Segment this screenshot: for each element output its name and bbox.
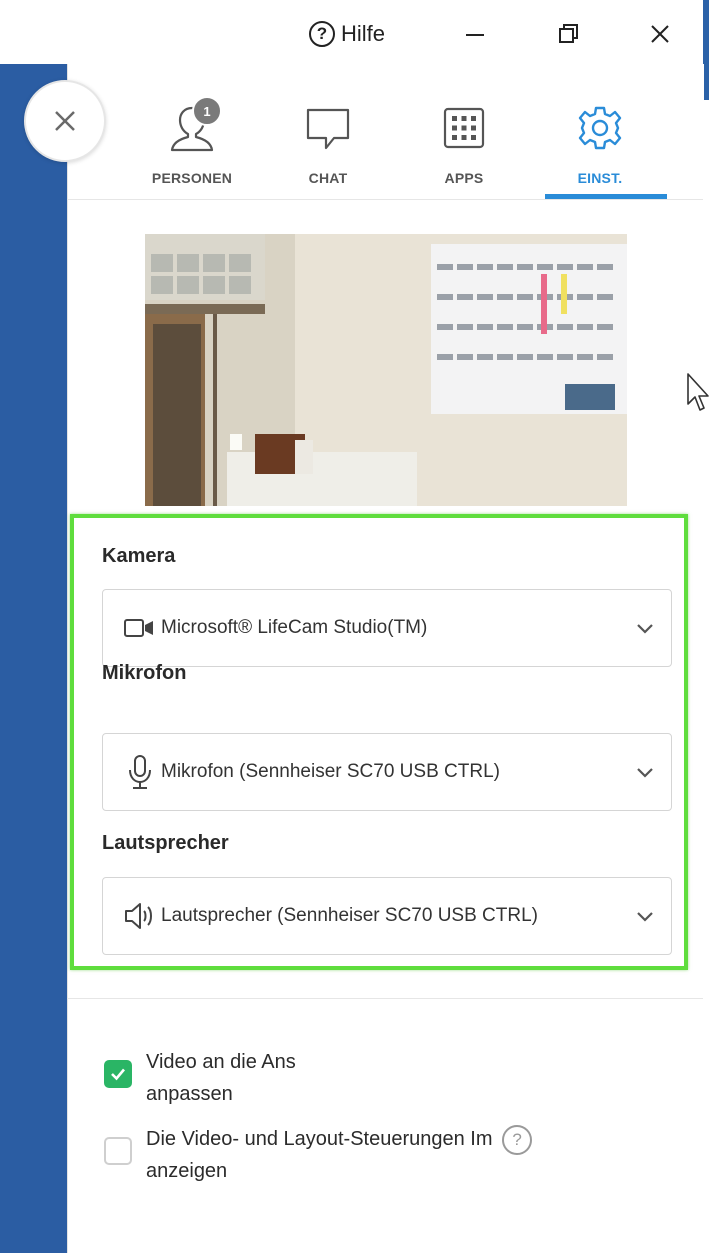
chat-bubble-icon [300, 100, 356, 156]
divider [67, 998, 703, 999]
show-controls-label-line2: anzeigen [146, 1160, 228, 1182]
fit-video-checkbox[interactable] [104, 1060, 132, 1088]
tab-label: CHAT [308, 170, 348, 186]
window-close-button[interactable] [640, 14, 680, 54]
tab-chat[interactable]: CHAT [273, 100, 383, 200]
tab-einstellungen[interactable]: EINST. [545, 100, 655, 200]
tab-label: EINST. [577, 170, 623, 186]
fit-video-label: Video an die Ans anpassen [146, 1046, 296, 1110]
restore-button[interactable] [548, 14, 588, 54]
help-icon[interactable]: ? [502, 1124, 533, 1155]
camera-icon [123, 611, 157, 645]
camera-preview [145, 234, 627, 506]
gear-icon [572, 100, 628, 156]
fit-video-option[interactable]: Video an die Ans anpassen [104, 1046, 296, 1110]
fit-video-label-line1: Video an die Ans [146, 1051, 296, 1073]
camera-label: Kamera [102, 545, 176, 567]
meeting-background [0, 64, 67, 1253]
help-button[interactable]: ? Hilfe [309, 14, 385, 54]
panel-tabs: 1 PERSONEN CHAT APPS EINST. [127, 96, 687, 200]
divider [67, 199, 703, 200]
speaker-select[interactable]: Lautsprecher (Sennheiser SC70 USB CTRL) [102, 877, 672, 955]
tab-label: APPS [444, 170, 484, 186]
restore-icon [559, 24, 578, 43]
show-controls-label-line1: Die Video- und Layout-Steuerungen Im [146, 1128, 493, 1150]
microphone-label: Mikrofon [102, 662, 187, 684]
tab-apps[interactable]: APPS [409, 100, 519, 200]
minimize-button[interactable] [455, 14, 495, 54]
chevron-down-icon [637, 624, 653, 634]
close-panel-button[interactable] [24, 80, 106, 162]
show-controls-checkbox[interactable] [104, 1137, 132, 1165]
mouse-cursor-icon [687, 373, 709, 411]
minimize-icon [466, 34, 484, 36]
microphone-value: Mikrofon (Sennheiser SC70 USB CTRL) [161, 761, 500, 782]
help-icon: ? [309, 21, 335, 47]
participant-count-badge: 1 [192, 96, 222, 126]
speaker-label: Lautsprecher [102, 832, 229, 854]
camera-select[interactable]: Microsoft® LifeCam Studio(TM) [102, 589, 672, 667]
microphone-select[interactable]: Mikrofon (Sennheiser SC70 USB CTRL) [102, 733, 672, 811]
close-icon [55, 111, 75, 131]
speaker-value: Lautsprecher (Sennheiser SC70 USB CTRL) [161, 905, 539, 926]
apps-grid-icon [436, 100, 492, 156]
camera-value: Microsoft® LifeCam Studio(TM) [161, 617, 428, 638]
close-icon [651, 25, 669, 43]
chevron-down-icon [637, 912, 653, 922]
chevron-down-icon [637, 768, 653, 778]
tab-personen[interactable]: 1 PERSONEN [137, 96, 247, 200]
show-controls-option[interactable]: Die Video- und Layout-Steuerungen Im ? a… [104, 1123, 533, 1187]
speaker-icon [123, 899, 157, 933]
show-controls-label: Die Video- und Layout-Steuerungen Im ? a… [146, 1123, 533, 1187]
title-bar: ? Hilfe [0, 0, 709, 64]
fit-video-label-line2: anpassen [146, 1083, 233, 1105]
microphone-icon [123, 755, 157, 789]
help-label: Hilfe [341, 21, 386, 46]
person-icon: 1 [164, 96, 222, 156]
tab-label: PERSONEN [151, 170, 233, 186]
checkmark-icon [111, 1068, 125, 1081]
